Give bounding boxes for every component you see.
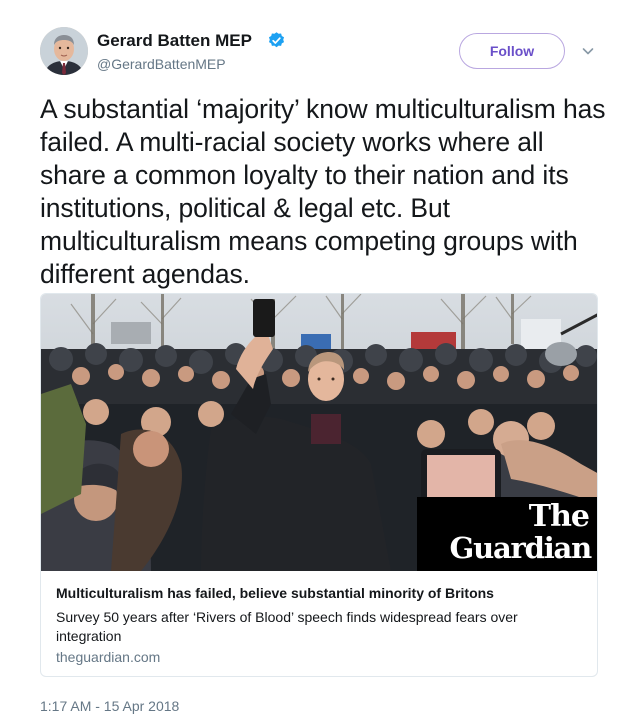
chevron-down-icon[interactable]: [581, 44, 595, 58]
author-display-name[interactable]: Gerard Batten MEP: [97, 31, 252, 51]
guardian-logo: The Guardian: [417, 497, 597, 571]
card-description: Survey 50 years after ‘Rivers of Blood’ …: [56, 609, 518, 644]
guardian-logo-line2: Guardian: [449, 531, 593, 565]
tweet-text: A substantial ‘majority’ know multicultu…: [40, 94, 606, 289]
card-image[interactable]: The Guardian: [41, 294, 597, 571]
link-card[interactable]: The Guardian Multiculturalism has failed…: [40, 293, 598, 677]
verified-badge-icon: [268, 32, 285, 48]
tweet: Gerard Batten MEP @GerardBattenMEP Follo…: [0, 0, 638, 724]
author-handle[interactable]: @GerardBattenMEP: [97, 56, 226, 72]
follow-button[interactable]: Follow: [459, 33, 565, 69]
author-avatar[interactable]: [40, 27, 88, 75]
card-title[interactable]: Multiculturalism has failed, believe sub…: [56, 585, 494, 601]
card-domain[interactable]: theguardian.com: [56, 649, 160, 665]
tweet-timestamp[interactable]: 1:17 AM - 15 Apr 2018: [40, 698, 179, 714]
guardian-logo-line1: The: [528, 499, 590, 534]
